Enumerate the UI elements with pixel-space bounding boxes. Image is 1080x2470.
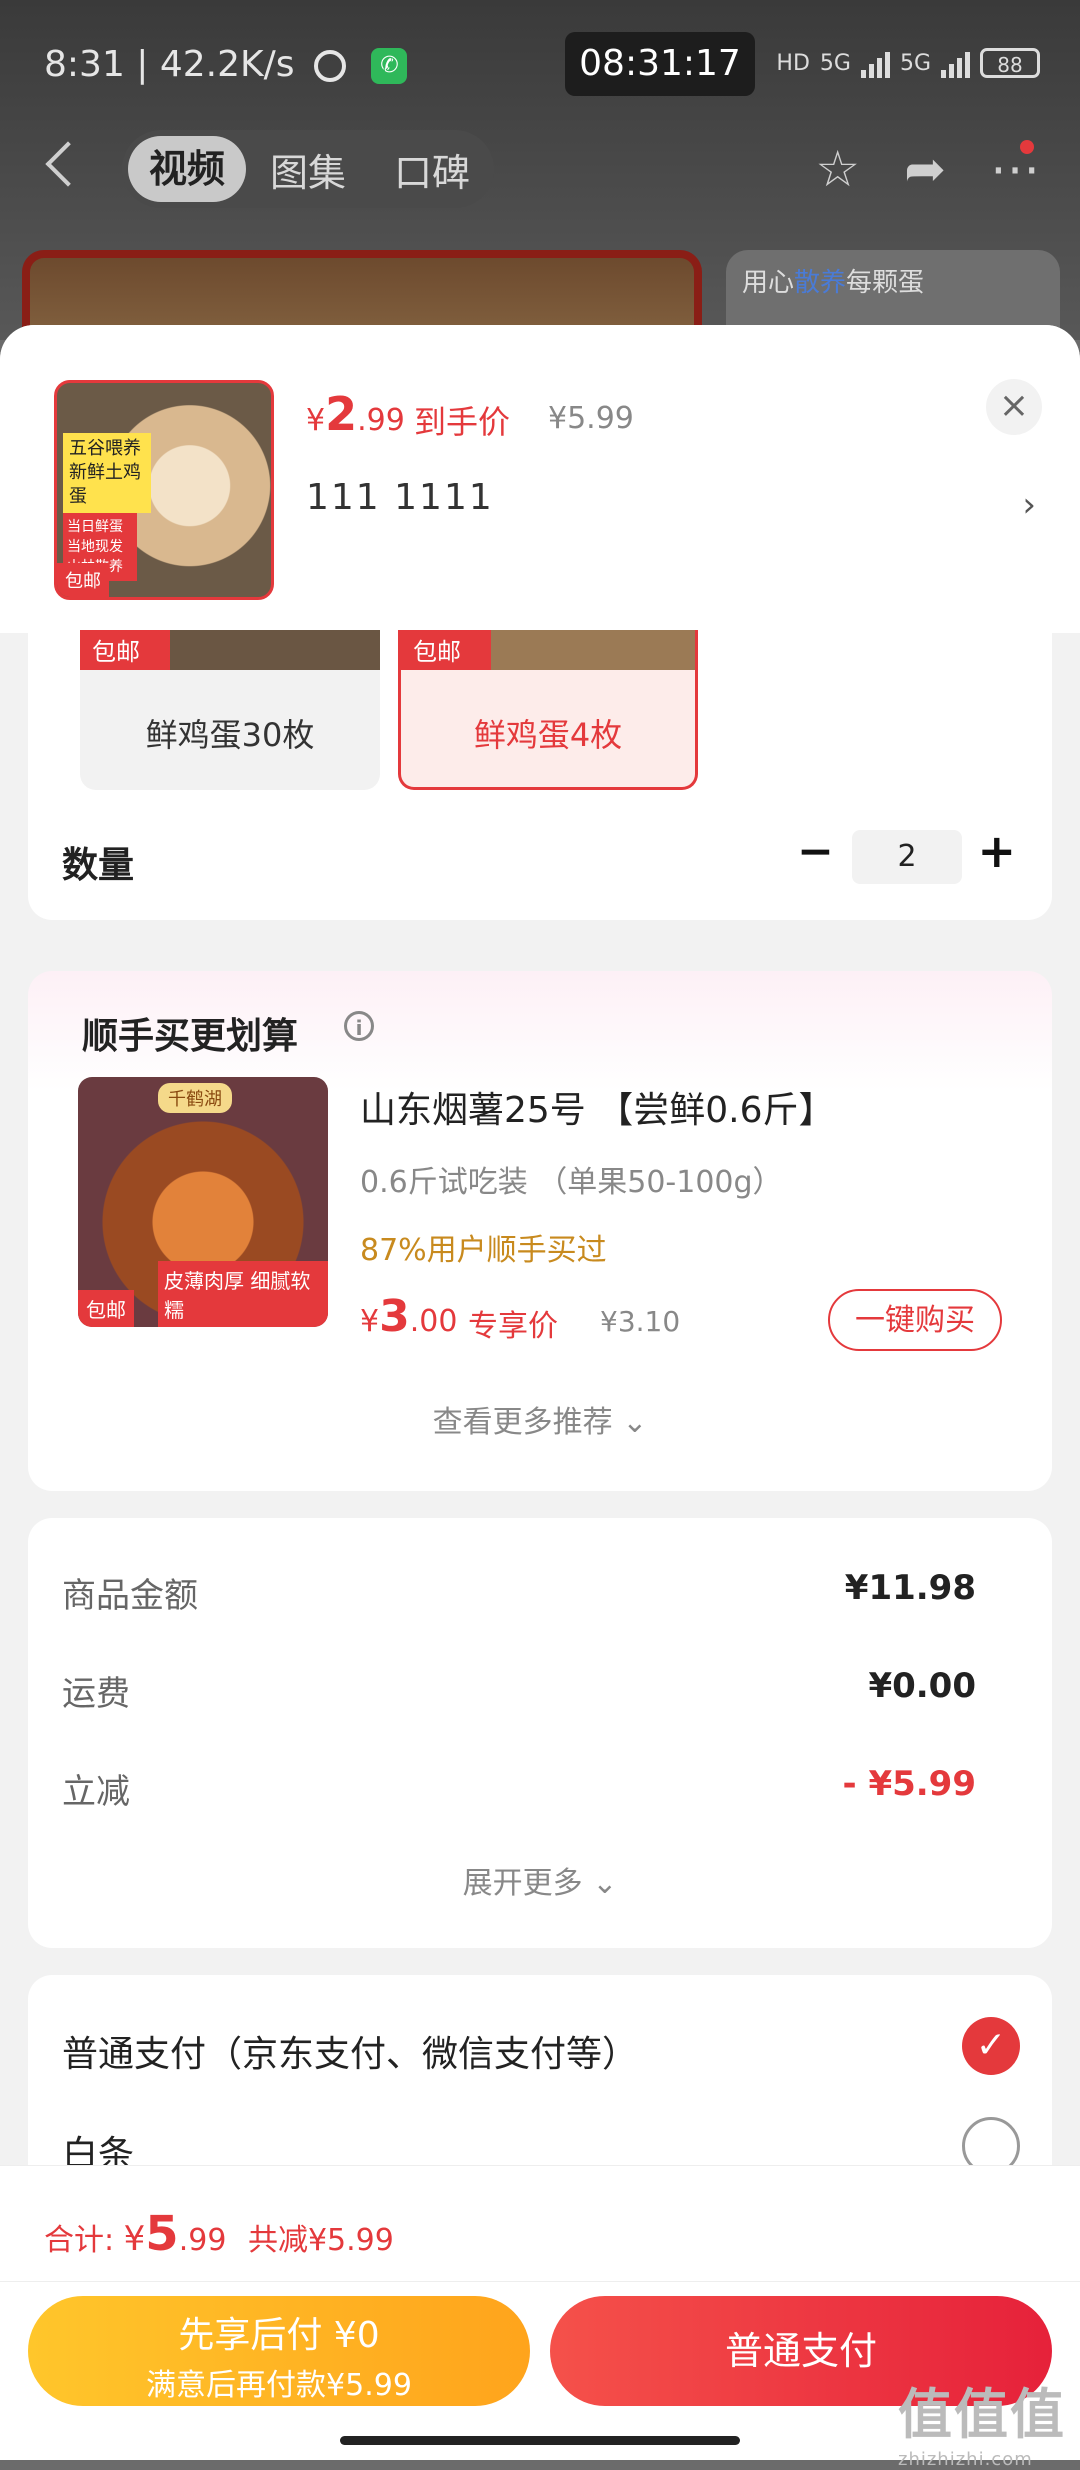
- rec-price-currency: ¥: [360, 1304, 380, 1339]
- signal-icon-2: [941, 48, 970, 78]
- payment-option-normal[interactable]: 普通支付（京东支付、微信支付等）: [62, 2025, 638, 2077]
- status-speed: 42.2K/s: [159, 44, 295, 85]
- one-click-buy-button[interactable]: 一键购买: [828, 1289, 1002, 1351]
- status-right: HD 5G 5G 88: [776, 48, 1040, 78]
- option-badge: 包邮: [413, 638, 461, 666]
- tab-reviews[interactable]: 口碑: [370, 142, 494, 197]
- option-eggs-30[interactable]: 包邮 鲜鸡蛋30枚: [80, 630, 380, 790]
- quantity-label: 数量: [62, 845, 135, 886]
- recommend-image-badge-1: 包邮: [78, 1290, 134, 1327]
- original-price: ¥5.99: [548, 401, 634, 436]
- chevron-right-icon[interactable]: ›: [1022, 485, 1036, 525]
- summary-row: 运费 ¥0.00: [62, 1666, 976, 1715]
- recommend-image[interactable]: 千鹤湖 包邮 皮薄肉厚 细腻软糯: [78, 1077, 328, 1327]
- thumb-tag-3: 包邮: [57, 563, 109, 597]
- pay-later-title: 先享后付 ¥0: [178, 2315, 380, 2356]
- total-currency: ¥: [123, 2219, 146, 2259]
- recommend-image-tag: 千鹤湖: [158, 1083, 232, 1113]
- summary-row: 商品金额 ¥11.98: [62, 1568, 976, 1617]
- option-badge: 包邮: [92, 638, 140, 666]
- summary-label: 运费: [62, 1674, 130, 1714]
- summary-value: - ¥5.99: [842, 1764, 977, 1804]
- recommend-price-label: 专享价: [468, 1309, 558, 1344]
- price-label: 到手价: [414, 403, 511, 441]
- recommend-stat: 87%用户顺手买过: [360, 1233, 607, 1268]
- product-header: 五谷喂养 新鲜土鸡蛋 当日鲜蛋 当地现发 山林散养 包邮 ¥2.99 到手价 ¥…: [0, 325, 1080, 633]
- watermark: 值值值 zhizhizhi.com: [898, 2370, 1066, 2470]
- recommend-original-price: ¥3.10: [600, 1305, 681, 1338]
- tab-video[interactable]: 视频: [128, 136, 246, 202]
- rec-price-dec: .00: [409, 1304, 458, 1339]
- total-saved: 共减¥5.99: [247, 2223, 394, 2258]
- recommend-title: 顺手买更划算: [82, 1016, 299, 1057]
- status-left: 8:31 | 42.2K/s ✆: [44, 44, 408, 85]
- rec-price-int: 3: [379, 1291, 410, 1342]
- status-time: 8:31: [44, 44, 125, 85]
- option-label: 鲜鸡蛋4枚: [473, 716, 623, 754]
- home-indicator[interactable]: [340, 2436, 740, 2445]
- phone-icon: ✆: [371, 48, 408, 84]
- back-icon[interactable]: [45, 141, 91, 187]
- divider: [0, 2281, 1080, 2282]
- total-label: 合计:: [44, 2223, 115, 2258]
- price-dec: .99: [357, 403, 405, 438]
- nav-actions: ☆ ➦ ⋯: [815, 140, 1040, 198]
- checkmark-icon[interactable]: ✓: [962, 2017, 1020, 2075]
- peek-text-3: 每颗蛋: [846, 268, 925, 298]
- close-icon[interactable]: ×: [986, 379, 1042, 435]
- options-card: 包邮 鲜鸡蛋30枚 包邮 鲜鸡蛋4枚 数量 − 2 +: [28, 630, 1052, 920]
- media-tabs: 视频 图集 口碑: [122, 130, 494, 208]
- watermark-main: 值值值: [898, 2383, 1066, 2446]
- option-eggs-4[interactable]: 包邮 鲜鸡蛋4枚: [398, 630, 698, 790]
- floating-clock: 08:31:17: [565, 32, 755, 96]
- summary-row: 立减 - ¥5.99: [62, 1764, 976, 1813]
- notification-dot: [1020, 140, 1034, 154]
- recommendation-card: 顺手买更划算 i 千鹤湖 包邮 皮薄肉厚 细腻软糯 山东烟薯25号 【尝鲜0.6…: [28, 971, 1052, 1491]
- pay-later-button[interactable]: 先享后付 ¥0 满意后再付款¥5.99: [28, 2296, 530, 2406]
- signal-icon: [860, 48, 890, 78]
- hd-icon: HD: [776, 50, 810, 76]
- summary-label: 商品金额: [62, 1576, 198, 1616]
- recommend-image-badge-2: 皮薄肉厚 细腻软糯: [158, 1261, 328, 1327]
- quantity-plus-button[interactable]: +: [977, 824, 1016, 878]
- battery-icon: 88: [980, 48, 1040, 78]
- peek-text-2: 散养: [794, 268, 847, 298]
- payment-method-card: 普通支付（京东支付、微信支付等） ✓ 白条: [28, 1975, 1052, 2195]
- selected-spec[interactable]: 111 1111: [306, 477, 494, 518]
- option-label: 鲜鸡蛋30枚: [145, 716, 315, 754]
- status-bar: 8:31 | 42.2K/s ✆ 08:31:17 HD 5G 5G 88: [0, 0, 1080, 130]
- recommend-sub: 0.6斤试吃装 （单果50-100g）: [360, 1165, 783, 1200]
- top-nav: 视频 图集 口碑 ☆ ➦ ⋯: [0, 128, 1080, 208]
- share-icon[interactable]: ➦: [904, 140, 946, 198]
- recommend-name[interactable]: 山东烟薯25号 【尝鲜0.6斤】: [360, 1081, 835, 1133]
- summary-label: 立减: [62, 1772, 130, 1812]
- more-recommendations-link[interactable]: 查看更多推荐 ⌄: [28, 1397, 1052, 1441]
- quantity-minus-button[interactable]: −: [797, 826, 834, 877]
- price-int: 2: [325, 387, 358, 441]
- peek-text-1: 用心: [742, 268, 795, 298]
- price-currency: ¥: [306, 403, 326, 438]
- summary-value: ¥0.00: [868, 1666, 976, 1706]
- star-icon[interactable]: ☆: [815, 140, 860, 198]
- tab-gallery[interactable]: 图集: [246, 142, 370, 197]
- total-int: 5: [145, 2206, 179, 2262]
- price-summary-card: 商品金额 ¥11.98 运费 ¥0.00 立减 - ¥5.99 展开更多 ⌄: [28, 1518, 1052, 1948]
- expand-more-link[interactable]: 展开更多 ⌄: [28, 1858, 1052, 1902]
- recommend-price: ¥3.00: [360, 1291, 457, 1342]
- thumb-tag-1: 五谷喂养 新鲜土鸡蛋: [63, 433, 151, 513]
- total-amount: 合计: ¥5.99 共减¥5.99: [44, 2206, 394, 2262]
- sku-sheet: 五谷喂养 新鲜土鸡蛋 当日鲜蛋 当地现发 山林散养 包邮 ¥2.99 到手价 ¥…: [0, 325, 1080, 2460]
- net-5g-label-2: 5G: [899, 50, 931, 76]
- net-5g-label: 5G: [819, 50, 851, 76]
- total-dec: .99: [178, 2223, 227, 2258]
- alarm-icon: [313, 50, 346, 82]
- pay-later-sub: 满意后再付款¥5.99: [146, 2368, 412, 2403]
- info-icon[interactable]: i: [344, 1011, 374, 1041]
- current-price: ¥2.99: [306, 387, 405, 441]
- summary-value: ¥11.98: [844, 1568, 976, 1608]
- product-thumbnail[interactable]: 五谷喂养 新鲜土鸡蛋 当日鲜蛋 当地现发 山林散养 包邮: [54, 380, 274, 600]
- quantity-input[interactable]: 2: [852, 830, 962, 884]
